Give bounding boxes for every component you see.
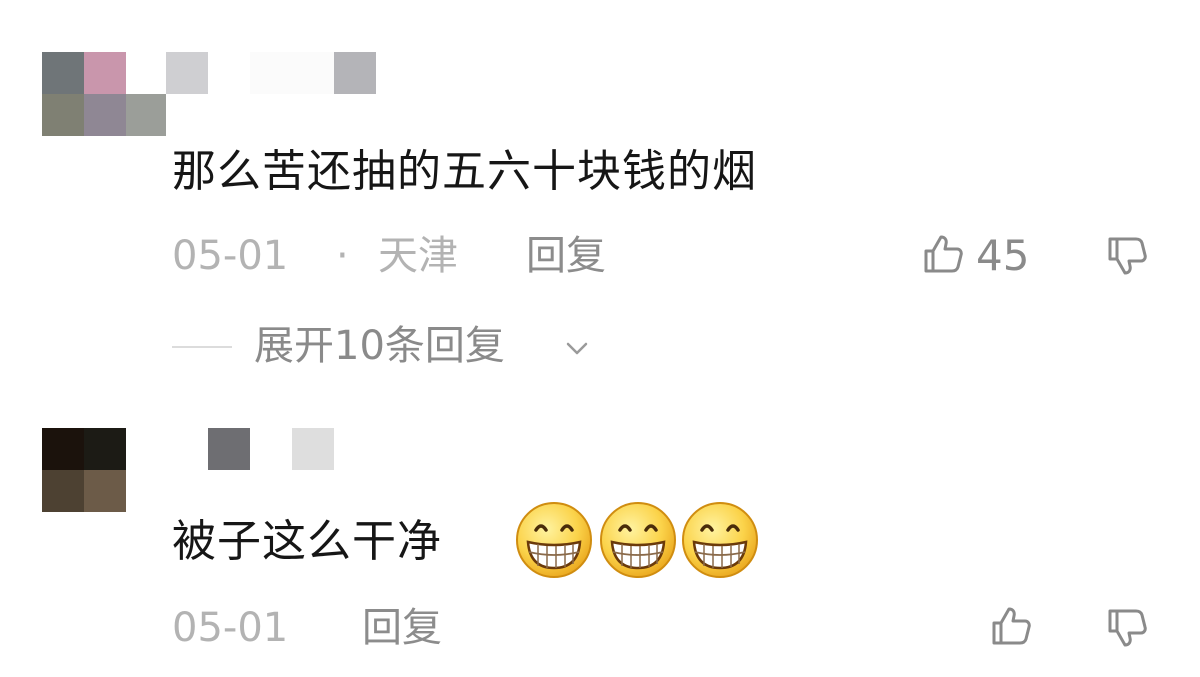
thumbs-up-icon[interactable] bbox=[922, 232, 966, 276]
like-count: 45 bbox=[976, 231, 1030, 280]
reply-button[interactable]: 回复 bbox=[526, 236, 606, 276]
expand-replies-label: 展开10条回复 bbox=[254, 323, 505, 369]
comment-text: 被子这么干净 bbox=[172, 516, 442, 567]
username[interactable] bbox=[208, 428, 334, 470]
comment-text: 那么苦还抽的五六十块钱的烟 bbox=[172, 146, 757, 197]
avatar[interactable] bbox=[42, 52, 166, 136]
comment-date: 05-01 bbox=[172, 605, 289, 651]
grinning-face-emoji bbox=[516, 502, 592, 578]
expand-divider bbox=[172, 346, 232, 348]
thumbs-up-icon[interactable] bbox=[990, 604, 1034, 648]
grinning-face-emoji bbox=[682, 502, 758, 578]
comment-location: 天津 bbox=[378, 233, 458, 279]
chevron-down-icon bbox=[566, 342, 588, 355]
reply-button[interactable]: 回复 bbox=[362, 608, 442, 648]
username[interactable] bbox=[166, 52, 376, 94]
expand-replies-button[interactable]: 展开10条回复 bbox=[254, 326, 604, 370]
meta-separator: · bbox=[336, 233, 349, 279]
thumbs-down-icon[interactable] bbox=[1106, 606, 1150, 650]
comment-date: 05-01 bbox=[172, 233, 289, 279]
grinning-face-emoji bbox=[600, 502, 676, 578]
avatar[interactable] bbox=[42, 428, 126, 512]
thumbs-down-icon[interactable] bbox=[1106, 234, 1150, 278]
